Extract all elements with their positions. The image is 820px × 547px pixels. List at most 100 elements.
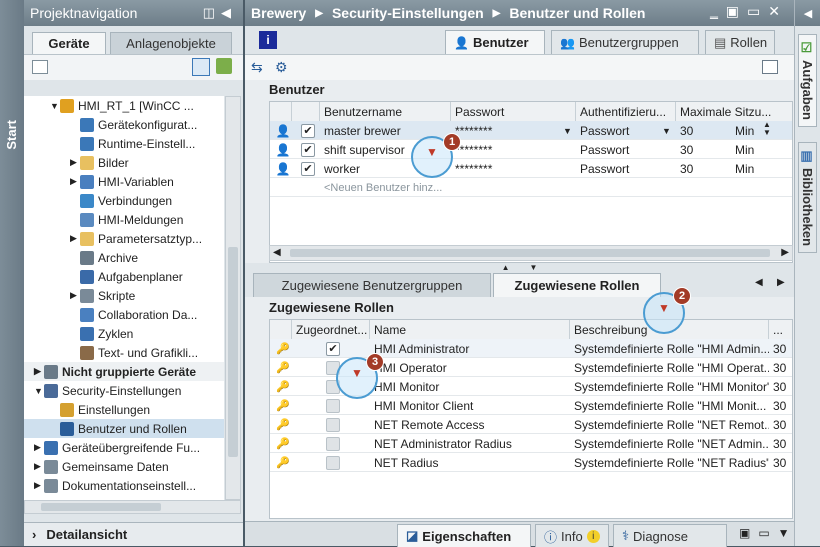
- tree-item[interactable]: Text- und Grafikli...: [24, 343, 224, 362]
- splitter-down-icon[interactable]: ▼: [530, 263, 538, 272]
- tree-item[interactable]: Archive: [24, 248, 224, 267]
- col-header-password[interactable]: Passwort: [451, 102, 576, 121]
- tree-item[interactable]: ▶ Gemeinsame Daten: [24, 457, 224, 476]
- scrollbar-thumb[interactable]: [228, 247, 238, 457]
- role-row[interactable]: 🔑 NET Administrator Radius Systemdefiniert…: [270, 434, 792, 453]
- tab-bibliotheken[interactable]: ▥ Bibliotheken: [798, 142, 817, 254]
- breadcrumb-item-security[interactable]: Security-Einstellungen: [332, 5, 484, 21]
- detail-expand-icon[interactable]: ›: [32, 527, 36, 542]
- user-enabled-checkbox[interactable]: ✔: [301, 142, 315, 157]
- tab-info[interactable]: ⓘ Info i: [535, 524, 609, 547]
- max-session-cell[interactable]: 30: [680, 143, 693, 157]
- max-session-cell[interactable]: 30: [680, 124, 693, 138]
- auth-cell[interactable]: Passwort: [580, 162, 629, 176]
- username-cell[interactable]: master brewer: [324, 124, 401, 138]
- auth-cell[interactable]: Passwort: [580, 124, 629, 138]
- tab-benutzer[interactable]: 👤 Benutzer: [445, 30, 545, 54]
- spinner-icon[interactable]: ▲ ▼: [756, 121, 774, 140]
- tab-scroll-left-icon[interactable]: ◀: [755, 277, 763, 288]
- info-icon[interactable]: i: [259, 31, 277, 49]
- tree-item[interactable]: ▶ Parametersatztyp...: [24, 229, 224, 248]
- role-assigned-checkbox[interactable]: [326, 417, 340, 432]
- expand-arrow-icon[interactable]: ▶: [70, 290, 80, 301]
- list-view-icon[interactable]: [192, 58, 210, 76]
- user-row[interactable]: 👤 ✔ worker ******** Passwort 30 Min: [270, 159, 792, 178]
- col-header-maxsession[interactable]: Maximale Sitzu...: [676, 102, 792, 121]
- expand-arrow-icon[interactable]: ▶: [34, 461, 44, 472]
- role-row[interactable]: 🔑 NET Radius Systemdefinierte Rolle "NET R…: [270, 453, 792, 472]
- tab-anlagenobjekte[interactable]: Anlagenobjekte: [110, 32, 232, 54]
- window-icon[interactable]: [762, 60, 778, 74]
- role-row[interactable]: 🔑 NET Remote Access Systemdefinierte Rolle…: [270, 415, 792, 434]
- add-user-row[interactable]: <Neuen Benutzer hinz...: [270, 178, 792, 197]
- roles-col-header-more[interactable]: ...: [769, 320, 792, 339]
- window-controls[interactable]: ‗▣▭✕: [710, 3, 788, 20]
- expand-arrow-icon[interactable]: ▶: [34, 480, 44, 491]
- tab-aufgaben[interactable]: ☑ Aufgaben: [798, 34, 817, 127]
- detail-view-header[interactable]: › Detailansicht: [24, 522, 243, 546]
- tab-geraete[interactable]: Geräte: [32, 32, 106, 54]
- tree-item[interactable]: ▶ Geräteübergreifende Fu...: [24, 438, 224, 457]
- password-dropdown-icon[interactable]: ▼: [559, 121, 575, 140]
- overview-icon[interactable]: [32, 60, 48, 74]
- max-session-cell[interactable]: 30: [680, 162, 693, 176]
- col-header-auth[interactable]: Authentifizieru...: [576, 102, 676, 121]
- collapse-arrow-icon[interactable]: ▼: [50, 101, 60, 111]
- start-sidebar[interactable]: Start: [0, 0, 24, 546]
- username-cell[interactable]: shift supervisor: [324, 143, 405, 157]
- tree-item[interactable]: Verbindungen: [24, 191, 224, 210]
- tree-item[interactable]: ▶ Skripte: [24, 286, 224, 305]
- user-enabled-checkbox[interactable]: ✔: [301, 161, 315, 176]
- refresh-icon[interactable]: ⇆: [251, 59, 263, 76]
- tree-item[interactable]: HMI-Meldungen: [24, 210, 224, 229]
- collapse-arrow-icon[interactable]: ▼: [34, 386, 44, 396]
- scroll-right-icon[interactable]: ▶: [781, 247, 789, 258]
- role-assigned-checkbox[interactable]: [326, 436, 340, 451]
- hscroll-thumb[interactable]: [290, 249, 770, 257]
- tree-item[interactable]: Zyklen: [24, 324, 224, 343]
- tab-diagnose[interactable]: ⚕ Diagnose: [613, 524, 727, 547]
- col-header-username[interactable]: Benutzername: [320, 102, 451, 121]
- scroll-left-icon[interactable]: ◀: [273, 247, 281, 258]
- tree-item[interactable]: Gerätekonfigurat...: [24, 115, 224, 134]
- user-row[interactable]: 👤 ✔ master brewer ******** Passwort 30 Min ▼ ▼ ▲ ▼: [270, 121, 792, 140]
- tab-assigned-usergroups[interactable]: Zugewiesene Benutzergruppen: [253, 273, 491, 297]
- auth-dropdown-icon[interactable]: ▼: [658, 121, 674, 140]
- username-cell[interactable]: worker: [324, 162, 360, 176]
- roles-col-header-assigned[interactable]: Zugeordnet...: [292, 320, 370, 339]
- tree-item[interactable]: Aufgabenplaner: [24, 267, 224, 286]
- export-icon[interactable]: [216, 58, 232, 74]
- role-assigned-checkbox[interactable]: [326, 398, 340, 413]
- auth-cell[interactable]: Passwort: [580, 143, 629, 157]
- tree-item[interactable]: ▶ Dokumentationseinstell...: [24, 476, 224, 495]
- tree-item[interactable]: ▶ Nicht gruppierte Geräte: [24, 362, 224, 381]
- password-cell[interactable]: ********: [455, 162, 492, 176]
- role-row[interactable]: 🔑 ✔ HMI Administrator Systemdefinierte Roll…: [270, 339, 792, 358]
- role-assigned-checkbox[interactable]: ✔: [326, 341, 340, 356]
- inspector-window-controls[interactable]: ▣▭▼: [739, 526, 798, 540]
- splitter[interactable]: ▲ ▼: [245, 263, 794, 272]
- user-enabled-checkbox[interactable]: ✔: [301, 123, 315, 138]
- expand-arrow-icon[interactable]: ▶: [34, 366, 44, 377]
- user-row[interactable]: 👤 ✔ shift supervisor ******** Passwort 30 Min: [270, 140, 792, 159]
- add-user-placeholder[interactable]: <Neuen Benutzer hinz...: [324, 182, 442, 194]
- expand-arrow-icon[interactable]: ▶: [70, 233, 80, 244]
- tab-rollen[interactable]: ▤ Rollen: [705, 30, 775, 54]
- hscroll-thumb[interactable]: [41, 503, 161, 511]
- tree-item[interactable]: Runtime-Einstell...: [24, 134, 224, 153]
- users-horizontal-scrollbar[interactable]: ◀ ▶: [269, 245, 793, 261]
- tree-item[interactable]: ▶ Bilder: [24, 153, 224, 172]
- tab-benutzergruppen[interactable]: 👥 Benutzergruppen: [551, 30, 699, 54]
- tree-item[interactable]: Einstellungen: [24, 400, 224, 419]
- roles-col-header-name[interactable]: Name: [370, 320, 570, 339]
- tab-eigenschaften[interactable]: ◪ Eigenschaften: [397, 524, 531, 547]
- role-assigned-checkbox[interactable]: [326, 455, 340, 470]
- expand-arrow-icon[interactable]: ▶: [70, 157, 80, 168]
- breadcrumb-item-users-roles[interactable]: Benutzer und Rollen: [509, 5, 645, 21]
- start-tab[interactable]: Start: [4, 120, 19, 150]
- role-row[interactable]: 🔑 HMI Monitor Client Systemdefinierte Roll…: [270, 396, 792, 415]
- panel-controls[interactable]: ◫◀: [203, 5, 243, 21]
- tree-vertical-scrollbar[interactable]: [225, 96, 241, 500]
- tab-assigned-roles[interactable]: Zugewiesene Rollen: [493, 273, 661, 297]
- tree-item[interactable]: Collaboration Da...: [24, 305, 224, 324]
